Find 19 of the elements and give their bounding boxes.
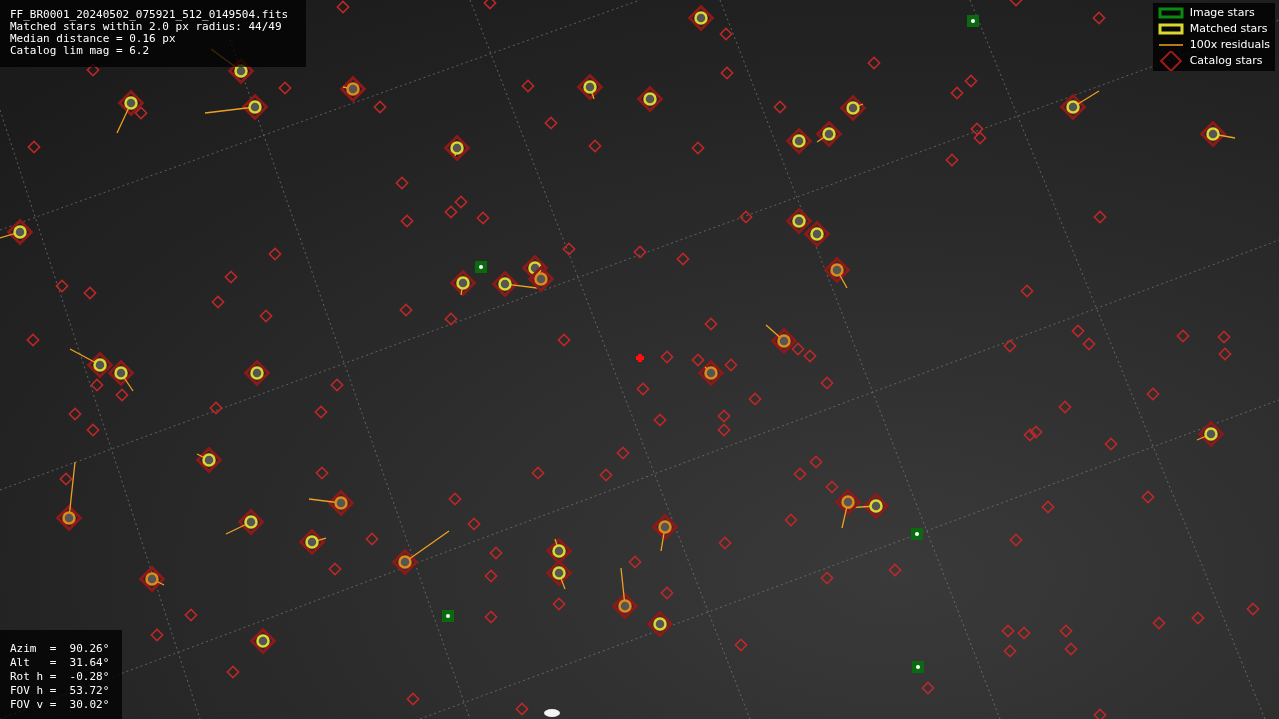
info-text: Catalog lim mag = 6.2	[10, 45, 151, 57]
parameter-value: 30.02°	[68, 698, 110, 712]
parameter-label: FOV h =	[10, 684, 57, 698]
parameter-value: 31.64°	[68, 656, 110, 670]
legend-label: Catalog stars	[1189, 54, 1263, 68]
parameter-label: Alt =	[10, 656, 57, 670]
parameter-value: 53.72°	[68, 684, 110, 698]
parameter-label: Azim =	[10, 642, 57, 656]
legend-label: Image stars	[1189, 6, 1255, 20]
info-text: FF_BR0001_20240502_075921_512_0149504.fits	[10, 9, 290, 21]
parameter-label: Rot h =	[10, 670, 57, 684]
legend-diamond-icon	[1157, 51, 1184, 71]
info-text: Median distance = 0.16 px	[10, 33, 177, 45]
parameter-label: FOV v =	[10, 698, 57, 712]
legend-label: 100x residuals	[1189, 38, 1270, 52]
parameter-value: -0.28°	[68, 670, 110, 684]
info-text: Matched stars within 2.0 px radius: 44/49	[10, 21, 282, 33]
parameter-value: 90.26°	[68, 642, 110, 656]
legend-label: Matched stars	[1189, 22, 1268, 36]
